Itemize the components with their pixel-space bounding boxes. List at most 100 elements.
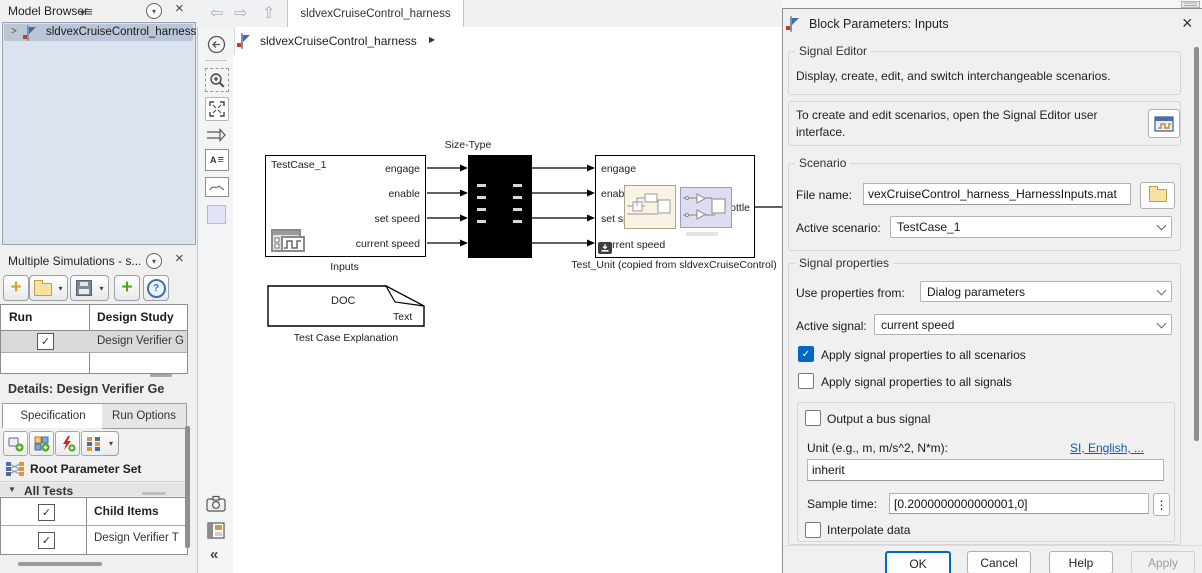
output-bus-checkbox[interactable]	[805, 410, 821, 426]
dialog-title: Block Parameters: Inputs	[809, 17, 949, 31]
inputs-port-engage: engage	[385, 163, 420, 175]
annotation-icon[interactable]: A≡	[205, 149, 229, 171]
file-name-label: File name:	[796, 188, 852, 202]
details-scrollbar-thumb[interactable]	[185, 426, 190, 548]
run-checkbox[interactable]	[37, 333, 54, 350]
child-items-checkbox[interactable]	[38, 504, 55, 521]
up-icon[interactable]: ⇧	[262, 3, 275, 23]
doc-corner-label: Text	[393, 311, 412, 323]
viewmarks-icon[interactable]	[205, 520, 227, 540]
help-button[interactable]: ?	[143, 275, 169, 301]
panel-minimize-icon[interactable]: ▾	[146, 3, 162, 19]
forward-icon[interactable]: ⇨	[234, 3, 247, 23]
sample-time-input[interactable]	[889, 493, 1149, 514]
model-canvas[interactable]: TestCase_1 engage enable set speed curre…	[233, 55, 782, 573]
apply-all-signals-checkbox[interactable]	[798, 373, 814, 389]
active-scenario-label: Active scenario:	[796, 221, 881, 235]
chevron-down-icon	[1157, 221, 1167, 231]
tab-specification[interactable]: Specification	[2, 403, 104, 428]
add-parameter-set-button[interactable]	[3, 431, 28, 456]
simulations-minimize-icon[interactable]: ▾	[146, 253, 162, 269]
dialog-scrollbar-thumb[interactable]	[1194, 47, 1199, 441]
add-simulation-button[interactable]: +	[3, 275, 29, 301]
section-caret-icon: ▼	[8, 485, 16, 494]
signal-editor-icon	[1154, 116, 1174, 132]
harness-model-icon	[27, 25, 29, 41]
breadcrumb-model-icon	[241, 33, 243, 49]
model-browser-close-icon[interactable]: ×	[175, 2, 184, 16]
interpolate-checkbox[interactable]	[805, 522, 821, 538]
add-design-study-button[interactable]: +	[114, 275, 140, 301]
back-icon[interactable]: ⇦	[210, 3, 223, 23]
area-box-icon[interactable]	[207, 205, 226, 224]
panel-menu-icon[interactable]: ▾≡	[80, 4, 93, 19]
use-properties-value: Dialog parameters	[927, 285, 1025, 299]
breadcrumb[interactable]: sldvexCruiseControl_harness	[260, 34, 417, 48]
inputs-port-enable: enable	[388, 188, 420, 200]
image-annotation-icon[interactable]	[205, 177, 229, 197]
use-properties-dropdown[interactable]: Dialog parameters	[920, 281, 1172, 302]
dialog-model-icon	[790, 16, 792, 32]
unit-systems-link[interactable]: SI, English, ...	[1070, 441, 1144, 455]
bottom-grip[interactable]	[18, 562, 102, 566]
design-verifier-checkbox[interactable]	[38, 532, 55, 549]
tree-view-dropdown-button[interactable]: ▾	[104, 431, 119, 456]
size-type-block[interactable]	[468, 155, 532, 258]
breadcrumb-caret-icon[interactable]: ▶	[429, 35, 435, 44]
editor-top-bar: ⇦ ⇨ ⇧ sldvexCruiseControl_harness	[197, 0, 782, 28]
size-type-title: Size-Type	[433, 139, 503, 151]
signal-properties-group: Signal properties Use properties from: D…	[788, 263, 1181, 545]
add-table-button[interactable]	[29, 431, 54, 456]
child-items-label: Child Items	[94, 504, 159, 518]
splitter-grip-2[interactable]	[142, 492, 166, 495]
active-signal-dropdown[interactable]: current speed	[874, 314, 1172, 335]
ok-button[interactable]: OK	[885, 551, 951, 573]
open-signal-editor-button[interactable]	[1148, 109, 1180, 138]
root-parameter-set-row[interactable]: Root Parameter Set	[0, 457, 186, 482]
inputs-port-current-speed: current speed	[356, 238, 420, 250]
signal-routing-icon[interactable]	[205, 126, 227, 144]
simulations-close-icon[interactable]: ×	[175, 252, 184, 266]
apply-button[interactable]: Apply	[1131, 551, 1195, 573]
help-button[interactable]: Help	[1049, 551, 1113, 573]
tab-run-options[interactable]: Run Options	[102, 403, 187, 429]
test-unit-port-engage: engage	[601, 163, 636, 175]
apply-all-scenarios-checkbox[interactable]	[798, 346, 814, 362]
hide-browser-icon[interactable]	[205, 33, 227, 55]
block-parameters-dialog: Block Parameters: Inputs × Signal Editor…	[782, 8, 1202, 573]
signal-editor-description: Display, create, edit, and switch interc…	[796, 69, 1111, 83]
active-scenario-dropdown[interactable]: TestCase_1	[890, 216, 1172, 238]
tree-item-selected[interactable]: > sldvexCruiseControl_harness	[4, 24, 193, 41]
save-button[interactable]	[70, 275, 97, 301]
sample-time-menu-button[interactable]: ⋮	[1153, 493, 1170, 516]
splitter-grip[interactable]	[150, 374, 172, 377]
harness-input-badge	[598, 242, 612, 254]
child-items-table: Child Items Design Verifier T	[0, 497, 188, 555]
tree-expand-icon[interactable]: >	[11, 26, 17, 37]
unit-input[interactable]	[807, 459, 1164, 481]
save-dropdown-button[interactable]: ▾	[95, 275, 109, 301]
test-unit-block[interactable]: engage enable set speed current speed th…	[595, 155, 755, 258]
add-fault-button[interactable]	[55, 431, 80, 456]
browse-file-button[interactable]	[1140, 182, 1175, 209]
screenshot-icon[interactable]	[205, 493, 227, 513]
inputs-block[interactable]: TestCase_1 engage enable set speed curre…	[265, 155, 426, 257]
preview-logic-block	[680, 187, 732, 228]
cancel-button[interactable]: Cancel	[967, 551, 1031, 573]
collapse-strip-icon[interactable]: «	[210, 546, 218, 563]
editor-palette-strip: A≡ «	[197, 27, 235, 573]
dialog-close-icon[interactable]: ×	[1182, 13, 1193, 34]
open-dropdown-button[interactable]: ▾	[54, 275, 68, 301]
model-browser-title: Model Browser	[8, 4, 88, 18]
fit-to-view-icon[interactable]	[205, 97, 229, 121]
table-row[interactable]: Design Verifier G	[1, 331, 187, 353]
open-button[interactable]	[29, 275, 56, 301]
model-browser-panel: Model Browser ▾≡ ▾ × > sldvexCruiseContr…	[0, 0, 197, 248]
zoom-tool-icon[interactable]	[205, 68, 229, 92]
tree-view-icon	[86, 436, 102, 452]
tree-view-button[interactable]	[81, 431, 106, 456]
scenario-legend: Scenario	[795, 156, 850, 170]
editor-tab[interactable]: sldvexCruiseControl_harness	[287, 0, 464, 27]
file-name-input[interactable]	[863, 183, 1131, 205]
all-tests-label: All Tests	[24, 484, 73, 496]
